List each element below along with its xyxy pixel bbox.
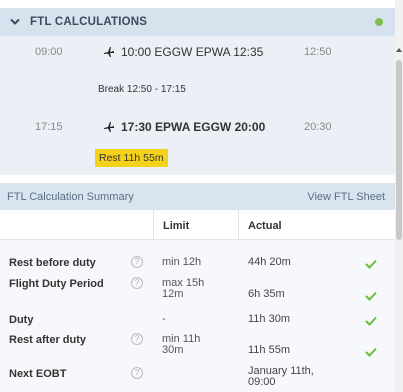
ftl-calculations-header[interactable]: FTL CALCULATIONS — [0, 8, 395, 36]
flight-time-left: 17:15 — [35, 121, 63, 133]
view-ftl-sheet-link[interactable]: View FTL Sheet — [307, 191, 385, 203]
flight-time-right: 20:30 — [304, 121, 332, 133]
summary-title: FTL Calculation Summary — [7, 191, 134, 203]
check-icon — [365, 313, 377, 331]
row-actual: 6h 35m — [248, 288, 285, 300]
row-label: Rest after duty — [9, 334, 87, 346]
flight-leg-text: 17:30 EPWA EGGW 20:00 — [121, 120, 266, 134]
help-icon[interactable]: ? — [131, 277, 143, 289]
row-actual: January 11th, 09:00 — [248, 365, 314, 388]
row-label: Rest before duty — [9, 257, 96, 269]
row-label: Next EOBT — [9, 368, 67, 380]
row-actual: 11h 30m — [248, 313, 290, 325]
table-header-row: Limit Actual — [0, 210, 395, 240]
check-icon — [365, 344, 377, 362]
row-label: Flight Duty Period — [9, 278, 104, 290]
plane-icon — [103, 46, 115, 58]
row-actual: 44h 20m — [248, 256, 291, 268]
flight-leg-text: 10:00 EGGW EPWA 12:35 — [121, 45, 264, 59]
flight-time-right: 12:50 — [304, 46, 332, 58]
flight-timeline: 09:00 10:00 EGGW EPWA 12:35 12:50 Break … — [0, 36, 395, 175]
row-limit: - — [162, 313, 166, 325]
scrollbar[interactable] — [395, 0, 403, 392]
scrollbar-thumb[interactable] — [396, 60, 402, 240]
flight-leg[interactable]: 17:30 EPWA EGGW 20:00 — [103, 120, 265, 134]
check-icon — [365, 288, 377, 306]
status-dot — [375, 18, 383, 26]
column-header-limit: Limit — [163, 220, 190, 232]
scroll-up-icon[interactable] — [396, 48, 402, 52]
chevron-down-icon[interactable] — [10, 17, 20, 27]
plane-icon — [103, 121, 115, 133]
help-icon[interactable]: ? — [131, 367, 143, 379]
ftl-summary-table: Limit Actual Rest before duty ? min 12h … — [0, 210, 395, 392]
break-text: Break 12:50 - 17:15 — [98, 84, 186, 95]
column-header-actual: Actual — [248, 220, 282, 232]
flight-leg[interactable]: 10:00 EGGW EPWA 12:35 — [103, 45, 263, 59]
ftl-panel: FTL CALCULATIONS 09:00 10:00 EGGW EPWA 1… — [0, 0, 395, 392]
summary-header: FTL Calculation Summary View FTL Sheet — [0, 183, 395, 210]
row-limit: min 11h 30m — [162, 333, 201, 356]
flight-time-left: 09:00 — [35, 46, 63, 58]
row-label: Duty — [9, 314, 34, 326]
help-icon[interactable]: ? — [131, 333, 143, 345]
check-icon — [365, 256, 377, 274]
ftl-calculations-title: FTL CALCULATIONS — [30, 16, 148, 28]
row-limit: max 15h 12m — [162, 277, 205, 300]
help-icon[interactable]: ? — [131, 256, 143, 268]
row-actual: 11h 55m — [248, 344, 290, 356]
row-limit: min 12h — [162, 256, 202, 268]
rest-badge: Rest 11h 55m — [95, 149, 168, 167]
